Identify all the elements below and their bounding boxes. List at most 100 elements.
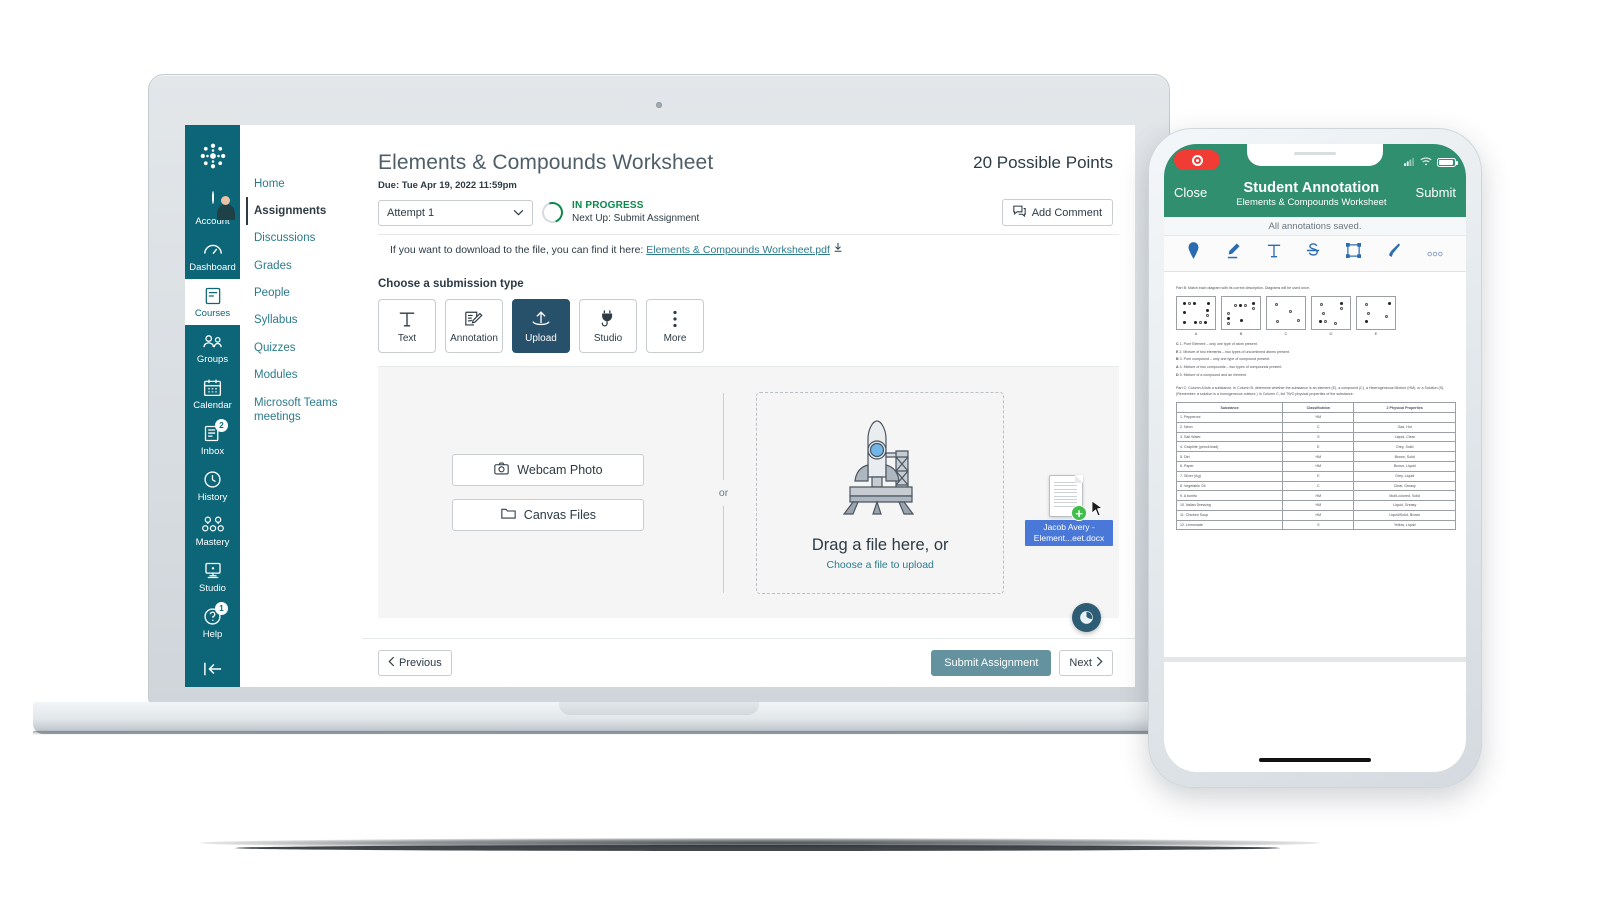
phone-status-bar: [1164, 144, 1466, 178]
diagram-b: [1221, 296, 1261, 331]
or-divider: or: [719, 392, 728, 593]
download-text: If you want to download to the file, you…: [390, 244, 644, 256]
course-nav-home[interactable]: Home: [254, 170, 362, 197]
submission-type-label: Studio: [593, 332, 623, 344]
doc-part-b-heading: Part B: Match each diagram with its corr…: [1176, 286, 1310, 290]
pin-icon[interactable]: [1187, 242, 1200, 264]
canvas-logo[interactable]: [196, 139, 230, 173]
attempt-select-value: Attempt 1: [387, 206, 435, 219]
chevron-down-icon: [513, 207, 524, 219]
status-badge: IN PROGRESS: [572, 200, 644, 211]
sidebar-item-courses[interactable]: Courses: [185, 278, 240, 325]
sidebar-item-history[interactable]: History: [185, 463, 240, 509]
assignment-content: Elements & Compounds Worksheet Due: Tue …: [362, 125, 1135, 687]
brush-icon[interactable]: [1387, 242, 1401, 264]
annotation-document[interactable]: Part B: Match each diagram with its corr…: [1164, 272, 1466, 662]
sidebar-item-calendar[interactable]: Calendar: [185, 371, 240, 417]
calendar-icon: [185, 377, 240, 399]
course-nav-syllabus[interactable]: Syllabus: [254, 307, 362, 334]
submission-type-row: Text Annotation Upload Studio More: [378, 299, 1113, 353]
sidebar-item-dashboard[interactable]: Dashboard: [185, 233, 240, 279]
mastery-icon: [185, 514, 240, 536]
webcam-photo-button[interactable]: Webcam Photo: [452, 454, 645, 486]
course-navigation: Home Assignments Discussions Grades Peop…: [240, 125, 362, 687]
next-button[interactable]: Next: [1059, 650, 1113, 676]
dashboard-icon: [185, 239, 240, 261]
sidebar-item-mastery[interactable]: Mastery: [185, 508, 240, 554]
table-row: 2. Neon C Gas, Hot: [1175, 421, 1456, 433]
clock-icon: [185, 469, 240, 491]
file-dropzone[interactable]: Drag a file here, or Choose a file to up…: [756, 391, 1005, 594]
submit-button[interactable]: Submit: [1416, 180, 1456, 200]
sidebar-item-studio[interactable]: Studio: [185, 554, 240, 600]
close-button[interactable]: Close: [1174, 180, 1207, 200]
table-row: 8. Vegetable Oil C Clear, Greasy: [1175, 480, 1456, 492]
submission-type-section: Choose a submission type Text Annotation…: [362, 256, 1135, 353]
chevron-right-icon: [1096, 656, 1103, 670]
submission-type-studio[interactable]: Studio: [579, 299, 637, 353]
match-answer: B: [1176, 357, 1179, 362]
submission-type-text[interactable]: Text: [378, 299, 436, 353]
previous-button[interactable]: Previous: [378, 650, 452, 676]
submission-type-annotation[interactable]: Annotation: [445, 299, 503, 353]
drag-ghost: + Jacob Avery - Element...eet.docx: [1025, 475, 1113, 547]
download-bar: If you want to download to the file, you…: [378, 234, 1119, 256]
canvas-lms-app: Account Dashboard Courses Groups Calenda…: [185, 125, 1135, 687]
diagram-label: A: [1194, 331, 1198, 337]
table-row: 5. Dirt HM Brown, Solid: [1175, 451, 1456, 462]
sidebar-item-label: Mastery: [195, 537, 230, 549]
chevron-left-icon: [388, 656, 395, 670]
submission-type-upload[interactable]: Upload: [512, 299, 570, 353]
phone-title-block: Student Annotation Elements & Compounds …: [1207, 180, 1415, 208]
sidebar-item-groups[interactable]: Groups: [185, 325, 240, 371]
laptop-base-notch: [559, 702, 759, 715]
text-t-icon[interactable]: [1267, 243, 1281, 264]
course-nav-modules[interactable]: Modules: [254, 362, 362, 389]
phone-home-indicator: [1259, 758, 1371, 762]
global-navigation: Account Dashboard Courses Groups Calenda…: [185, 125, 240, 687]
sidebar-item-label: Help: [202, 629, 223, 641]
substance-table: Substance Classification 2 Physical Prop…: [1175, 402, 1456, 531]
sidebar-item-help[interactable]: 1 Help: [185, 600, 240, 646]
due-date: Due: Tue Apr 19, 2022 11:59pm: [378, 180, 517, 191]
page-title: Elements & Compounds Worksheet: [378, 151, 714, 174]
submission-type-more[interactable]: More: [646, 299, 704, 353]
strikethrough-icon[interactable]: [1306, 242, 1320, 264]
download-icon[interactable]: [833, 242, 843, 256]
sidebar-item-inbox[interactable]: 2 Inbox: [185, 417, 240, 463]
next-label: Next: [1069, 657, 1092, 669]
submit-assignment-button[interactable]: Submit Assignment: [931, 650, 1052, 676]
sidebar-item-account[interactable]: Account: [185, 187, 240, 233]
add-comment-button[interactable]: Add Comment: [1001, 199, 1113, 226]
submission-type-label: More: [663, 332, 687, 344]
table-header-classification: Classification: [1282, 402, 1355, 414]
sidebar-item-label: Studio: [199, 583, 226, 595]
diagram-e: [1356, 296, 1396, 331]
match-text: 3. Pure compound – only one type of comp…: [1179, 357, 1271, 362]
course-nav-assignments[interactable]: Assignments: [246, 197, 362, 225]
highlighter-icon[interactable]: [1226, 242, 1241, 264]
course-nav-people[interactable]: People: [254, 280, 362, 307]
attempt-select[interactable]: Attempt 1: [378, 199, 533, 226]
dropzone-choose-file-link[interactable]: Choose a file to upload: [826, 559, 933, 571]
submission-type-label: Text: [397, 332, 417, 344]
download-link[interactable]: Elements & Compounds Worksheet.pdf: [646, 244, 830, 256]
substance-table-body: 1. Pepperoni HM 2. Neon C Gas, Hot 3. Salt …: [1175, 412, 1456, 531]
text-t-icon: [398, 309, 416, 330]
canvas-files-label: Canvas Files: [523, 508, 597, 522]
square-select-icon[interactable]: [1346, 243, 1362, 263]
more-dots-icon[interactable]: [1427, 244, 1443, 262]
sidebar-item-label: Courses: [194, 307, 231, 319]
course-nav-grades[interactable]: Grades: [254, 252, 362, 279]
course-nav-discussions[interactable]: Discussions: [254, 225, 362, 252]
camera-icon: [494, 462, 510, 478]
table-row: 10. Italian Dressing HM Liquid, Greasy: [1175, 500, 1456, 511]
canvas-files-button[interactable]: Canvas Files: [452, 499, 645, 531]
table-row: 4. Graphite (pencil lead) E Grey, Solid: [1175, 441, 1456, 453]
question-icon: [185, 606, 240, 628]
course-nav-quizzes[interactable]: Quizzes: [254, 334, 362, 361]
help-chat-button[interactable]: [1072, 603, 1101, 632]
course-nav-microsoft-teams-meetings[interactable]: Microsoft Teams meetings: [254, 389, 362, 431]
table-header-substance: Substance: [1175, 402, 1284, 414]
collapse-left-icon[interactable]: [185, 646, 240, 687]
